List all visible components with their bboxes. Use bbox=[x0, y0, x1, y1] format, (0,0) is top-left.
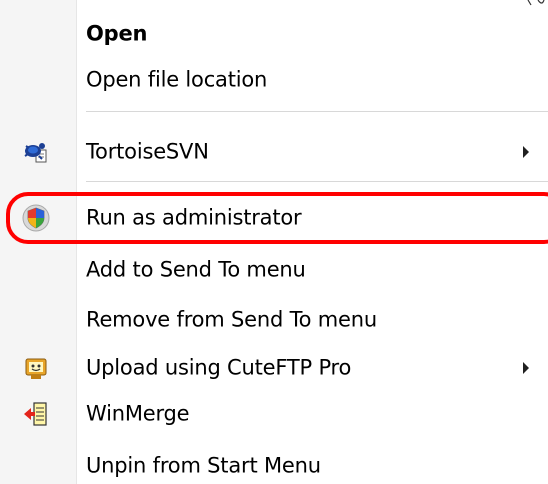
menu-item-upload-using-cuteftp-pro[interactable]: Upload using CuteFTP Pro bbox=[0, 348, 548, 388]
submenu-arrow-icon bbox=[523, 146, 529, 158]
menu-item-label: Unpin from Start Menu bbox=[86, 453, 321, 478]
menu-item-label: Open bbox=[86, 21, 148, 46]
menu-item-label: Remove from Send To menu bbox=[86, 307, 377, 332]
menu-separator bbox=[86, 181, 548, 182]
menu-item-open[interactable]: Open bbox=[0, 14, 548, 54]
tortoisesvn-icon bbox=[22, 138, 50, 166]
menu-item-tortoisesvn[interactable]: TortoiseSVN bbox=[0, 132, 548, 172]
menu-item-label: Upload using CuteFTP Pro bbox=[86, 355, 352, 380]
menu-item-add-to-send-to-menu[interactable]: Add to Send To menu bbox=[0, 250, 548, 290]
menu-item-remove-from-send-to-menu[interactable]: Remove from Send To menu bbox=[0, 300, 548, 340]
cuteftp-icon bbox=[22, 354, 50, 382]
menu-item-unpin-from-start-menu[interactable]: Unpin from Start Menu bbox=[0, 446, 548, 484]
menu-item-winmerge[interactable]: WinMerge bbox=[0, 394, 548, 434]
red-highlight-annotation bbox=[6, 192, 548, 244]
cropped-edge-mark bbox=[527, 0, 545, 6]
menu-item-label: Open file location bbox=[86, 67, 268, 92]
menu-item-open-file-location[interactable]: Open file location bbox=[0, 60, 548, 100]
menu-item-label: Add to Send To menu bbox=[86, 257, 306, 282]
menu-item-label: TortoiseSVN bbox=[86, 139, 209, 164]
menu-separator bbox=[86, 111, 548, 112]
menu-item-label: WinMerge bbox=[86, 401, 190, 426]
submenu-arrow-icon bbox=[523, 362, 529, 374]
winmerge-icon bbox=[22, 400, 50, 428]
context-menu: Open Open file location TortoiseSVN Run … bbox=[0, 0, 548, 484]
